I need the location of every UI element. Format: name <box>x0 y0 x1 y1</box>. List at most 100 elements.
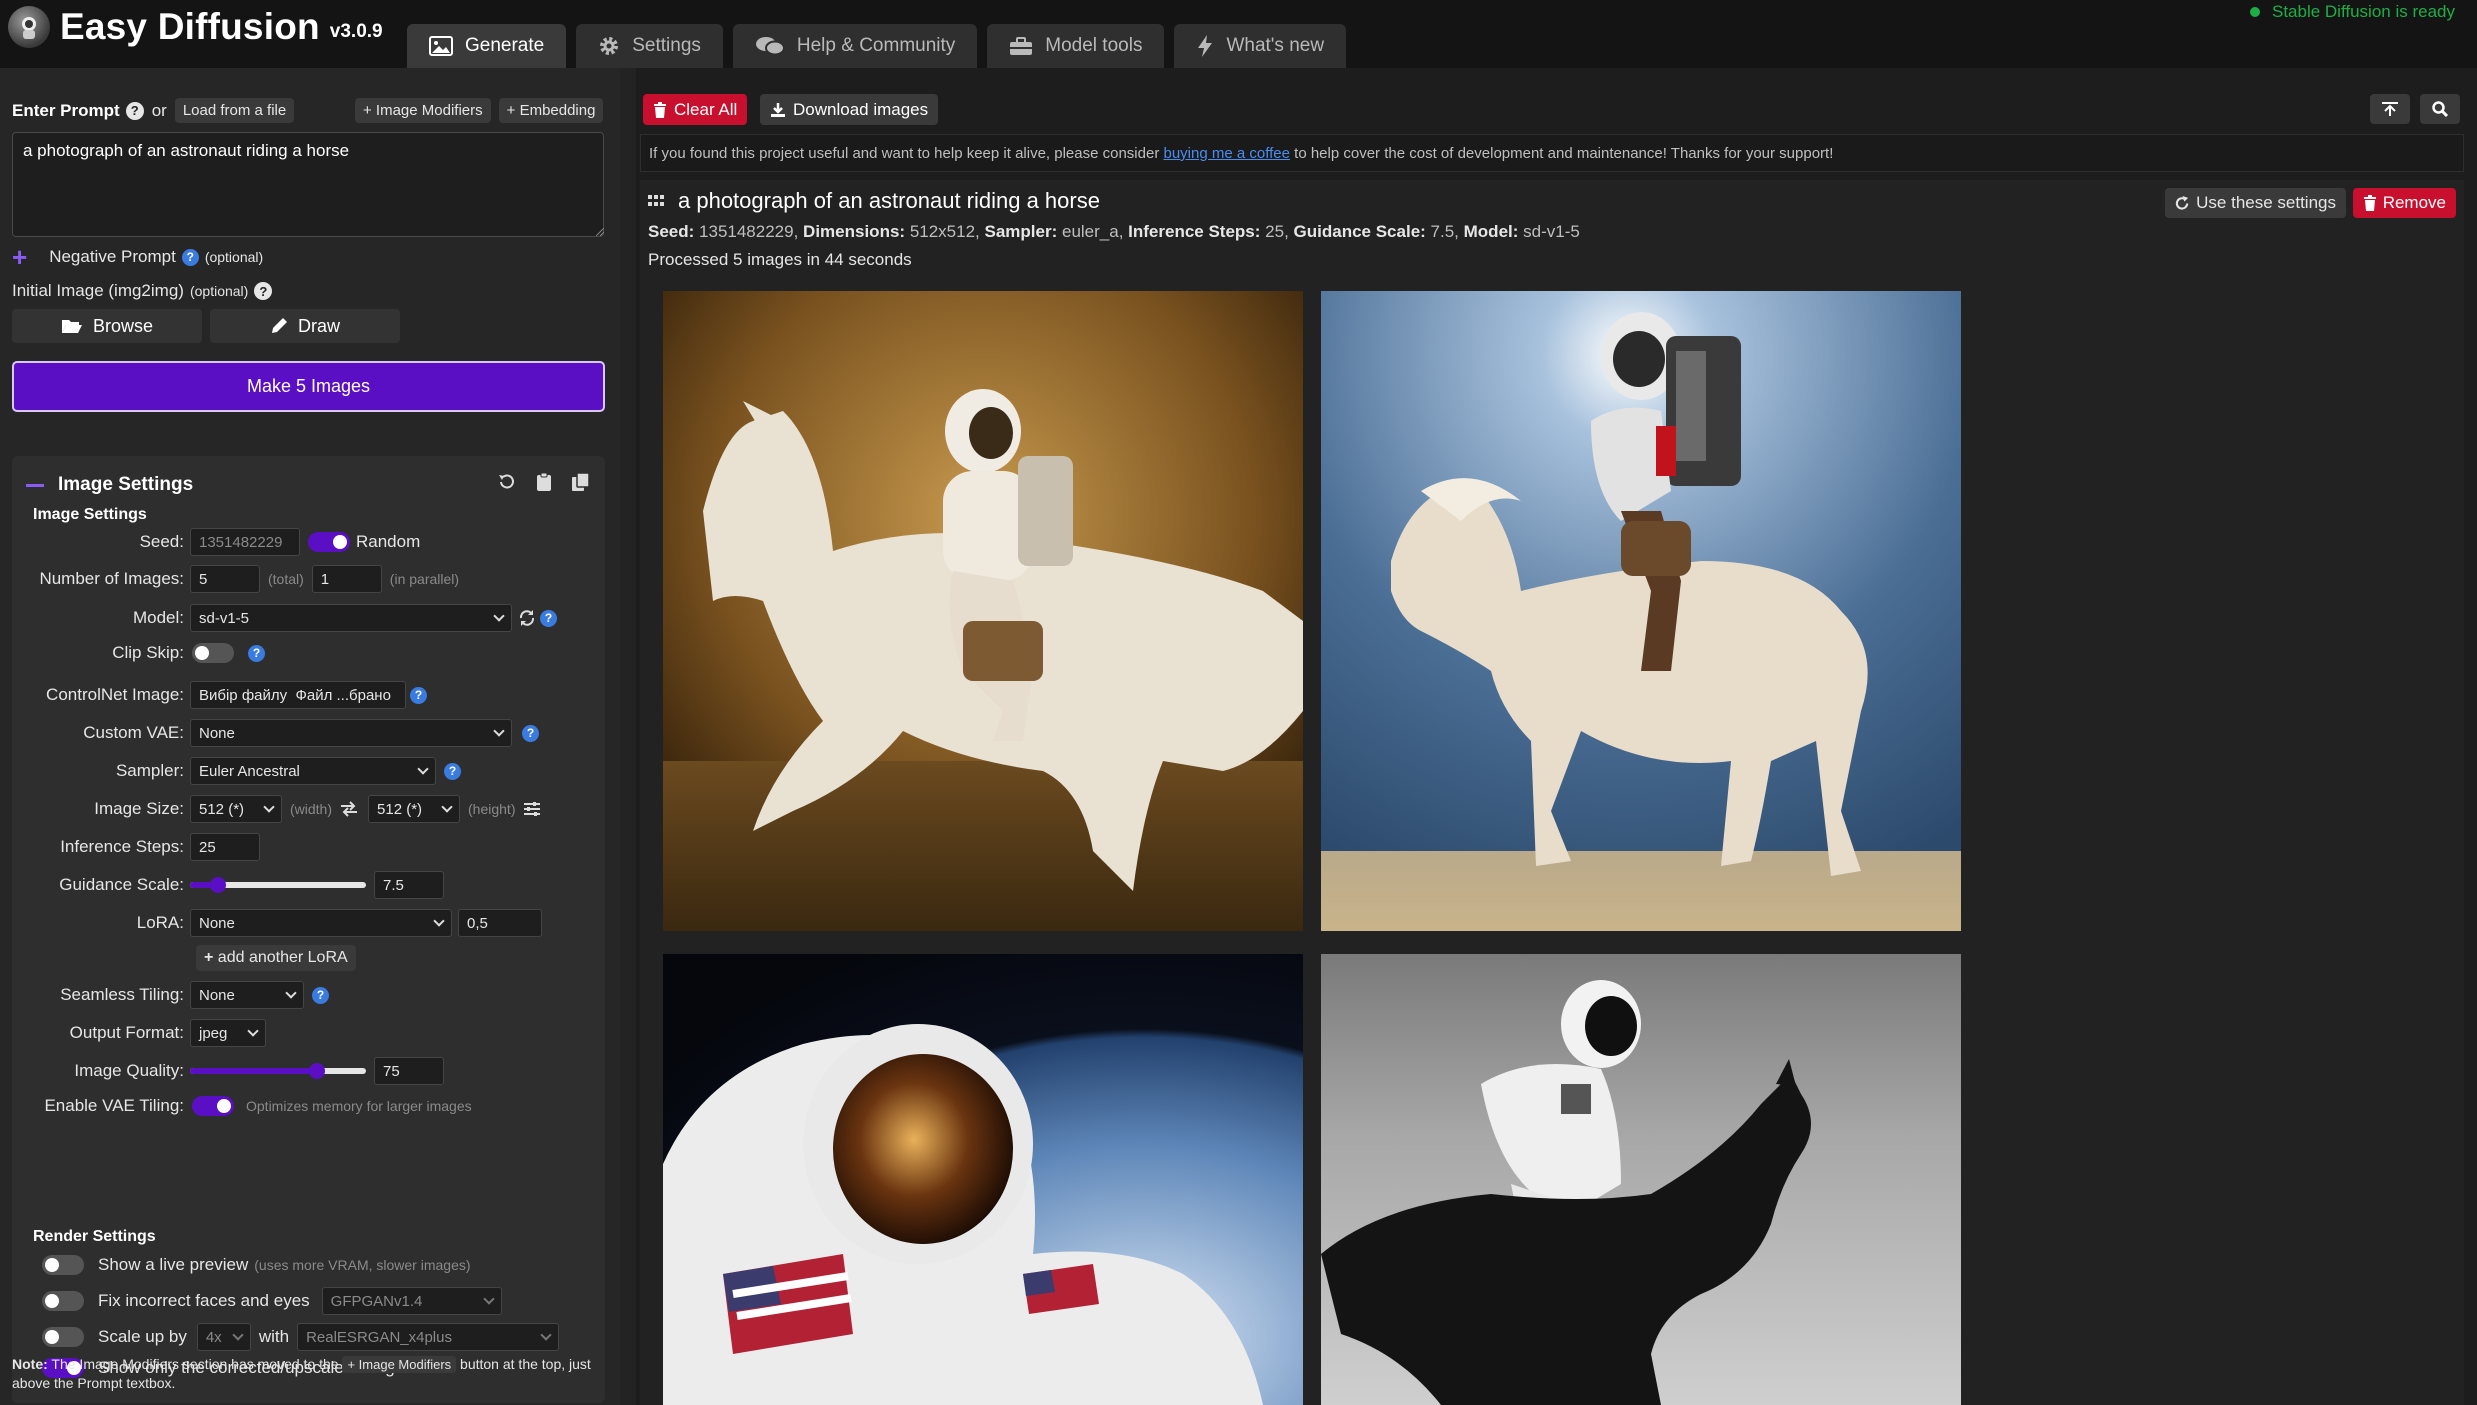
height-select[interactable]: 512 (*) <box>368 795 461 823</box>
generated-image[interactable] <box>663 291 1303 931</box>
parallel-input[interactable]: 1 <box>311 565 382 593</box>
tab-whats-new[interactable]: What's new <box>1174 24 1347 68</box>
guidance-label: Guidance Scale: <box>59 875 184 894</box>
vae-tiling-toggle[interactable] <box>192 1096 234 1116</box>
modifier-buttons: + Image Modifiers + Embedding <box>355 98 604 123</box>
copy-icon[interactable] <box>571 472 591 492</box>
guidance-slider[interactable] <box>190 875 366 895</box>
controlnet-row: ControlNet Image: Вибір файлу Файл ...бр… <box>12 681 427 709</box>
info-icon[interactable]: ? <box>312 986 329 1004</box>
quality-slider[interactable] <box>190 1061 366 1081</box>
refresh-icon[interactable] <box>518 609 536 627</box>
scale-up-toggle[interactable] <box>42 1327 84 1347</box>
upscaler-select[interactable]: RealESRGAN_x4plus <box>297 1323 560 1351</box>
image-icon <box>429 36 453 56</box>
tab-settings[interactable]: Settings <box>576 24 723 68</box>
info-icon[interactable]: ? <box>248 644 265 662</box>
help-icon[interactable]: ? <box>125 101 144 120</box>
model-select[interactable]: sd-v1-5 <box>190 604 512 632</box>
draw-button[interactable]: Draw <box>210 309 400 343</box>
slider-thumb[interactable] <box>210 877 227 893</box>
dim-val: 512x512, <box>909 222 980 241</box>
initial-image-buttons: Browse Draw <box>12 309 400 343</box>
lora-strength-input[interactable]: 0,5 <box>458 909 542 937</box>
controlnet-file-input[interactable]: Вибір файлу Файл ...брано <box>190 681 406 709</box>
tab-help-community[interactable]: Help & Community <box>732 24 978 68</box>
info-icon[interactable]: ? <box>410 686 427 704</box>
prompt-input[interactable]: a photograph of an astronaut riding a ho… <box>12 132 604 237</box>
download-icon <box>771 102 785 117</box>
tiling-select[interactable]: None <box>190 981 304 1009</box>
chevron-down-icon <box>493 610 505 622</box>
guidance-input[interactable]: 7.5 <box>374 871 444 899</box>
info-icon[interactable]: ? <box>181 248 199 266</box>
negative-prompt-toggle[interactable]: + Negative Prompt ? (optional) <box>12 244 263 270</box>
slider-fill <box>190 1068 317 1074</box>
collapse-all-button[interactable] <box>2370 94 2410 124</box>
embedding-button[interactable]: + Embedding <box>498 98 604 123</box>
quality-input[interactable]: 75 <box>374 1057 444 1085</box>
modifiers-note: Note: The Image Modifiers section has mo… <box>12 1355 612 1393</box>
scale-value: 4x <box>205 1328 222 1346</box>
clear-all-label: Clear All <box>674 99 738 119</box>
parallel-hint: (in parallel) <box>389 571 460 587</box>
info-icon[interactable]: ? <box>522 724 539 742</box>
seed-input[interactable]: 1351482229 <box>190 528 300 556</box>
gear-icon <box>600 37 619 55</box>
image-settings-title: Image Settings <box>58 474 194 495</box>
swap-icon[interactable] <box>340 801 358 817</box>
optional-label: (optional) <box>189 283 249 299</box>
num-images-input[interactable]: 5 <box>190 565 260 593</box>
face-model-select[interactable]: GFPGANv1.4 <box>321 1287 502 1315</box>
model-val: sd-v1-5 <box>1523 222 1580 241</box>
sampler-row: Sampler: Euler Ancestral ? <box>12 757 461 785</box>
search-button[interactable] <box>2420 94 2460 124</box>
note-text-1: The Image Modifiers section has moved to… <box>51 1356 339 1372</box>
trash-icon <box>654 101 666 118</box>
lora-select[interactable]: None <box>190 909 452 937</box>
task-header[interactable]: a photograph of an astronaut riding a ho… <box>648 188 1100 214</box>
browse-button[interactable]: Browse <box>12 309 202 343</box>
clip-skip-toggle[interactable] <box>192 643 234 663</box>
fix-faces-toggle[interactable] <box>42 1291 84 1311</box>
make-images-button[interactable]: Make 5 Images <box>12 361 605 412</box>
image-settings-header[interactable]: Image Settings <box>26 474 193 496</box>
clear-all-button[interactable]: Clear All <box>643 94 748 125</box>
random-label: Random <box>356 532 421 551</box>
reset-icon[interactable] <box>497 472 517 492</box>
use-settings-button[interactable]: Use these settings <box>2165 188 2346 218</box>
random-seed-toggle[interactable] <box>308 532 350 552</box>
steps-input[interactable]: 25 <box>190 833 260 861</box>
remove-task-button[interactable]: Remove <box>2352 188 2456 218</box>
live-preview-toggle[interactable] <box>42 1255 84 1275</box>
info-icon[interactable]: ? <box>540 609 557 627</box>
width-select[interactable]: 512 (*) <box>190 795 282 823</box>
chevron-down-icon <box>441 801 453 813</box>
trash-icon <box>2363 195 2376 211</box>
help-icon[interactable]: ? <box>254 282 273 300</box>
scale-up-row: Scale up by 4x with RealESRGAN_x4plus <box>42 1323 560 1351</box>
generated-image[interactable] <box>1321 954 1961 1405</box>
info-icon[interactable]: ? <box>444 762 461 780</box>
steps-label: Inference Steps: <box>60 837 184 856</box>
chevron-down-icon <box>540 1329 552 1341</box>
tab-generate[interactable]: Generate <box>407 24 567 68</box>
image-modifiers-button[interactable]: + Image Modifiers <box>355 98 491 123</box>
add-lora-button[interactable]: + add another LoRA <box>196 945 356 971</box>
slider-thumb[interactable] <box>308 1063 325 1079</box>
sampler-select[interactable]: Euler Ancestral <box>190 757 436 785</box>
generated-image[interactable] <box>1321 291 1961 931</box>
resize-handle-icon[interactable] <box>596 228 604 236</box>
download-images-button[interactable]: Download images <box>760 94 939 125</box>
buy-coffee-link[interactable]: buying me a coffee <box>1164 145 1290 162</box>
clipboard-icon[interactable] <box>535 472 553 492</box>
sliders-icon[interactable] <box>523 801 541 817</box>
tab-model-tools[interactable]: Model tools <box>987 24 1165 68</box>
prompt-or: or <box>151 100 167 120</box>
generated-image[interactable] <box>663 954 1303 1405</box>
scale-select[interactable]: 4x <box>196 1323 251 1351</box>
vae-select[interactable]: None <box>190 719 512 747</box>
format-select[interactable]: jpeg <box>190 1019 266 1047</box>
load-from-file-button[interactable]: Load from a file <box>174 98 295 123</box>
chevron-down-icon <box>493 725 505 737</box>
